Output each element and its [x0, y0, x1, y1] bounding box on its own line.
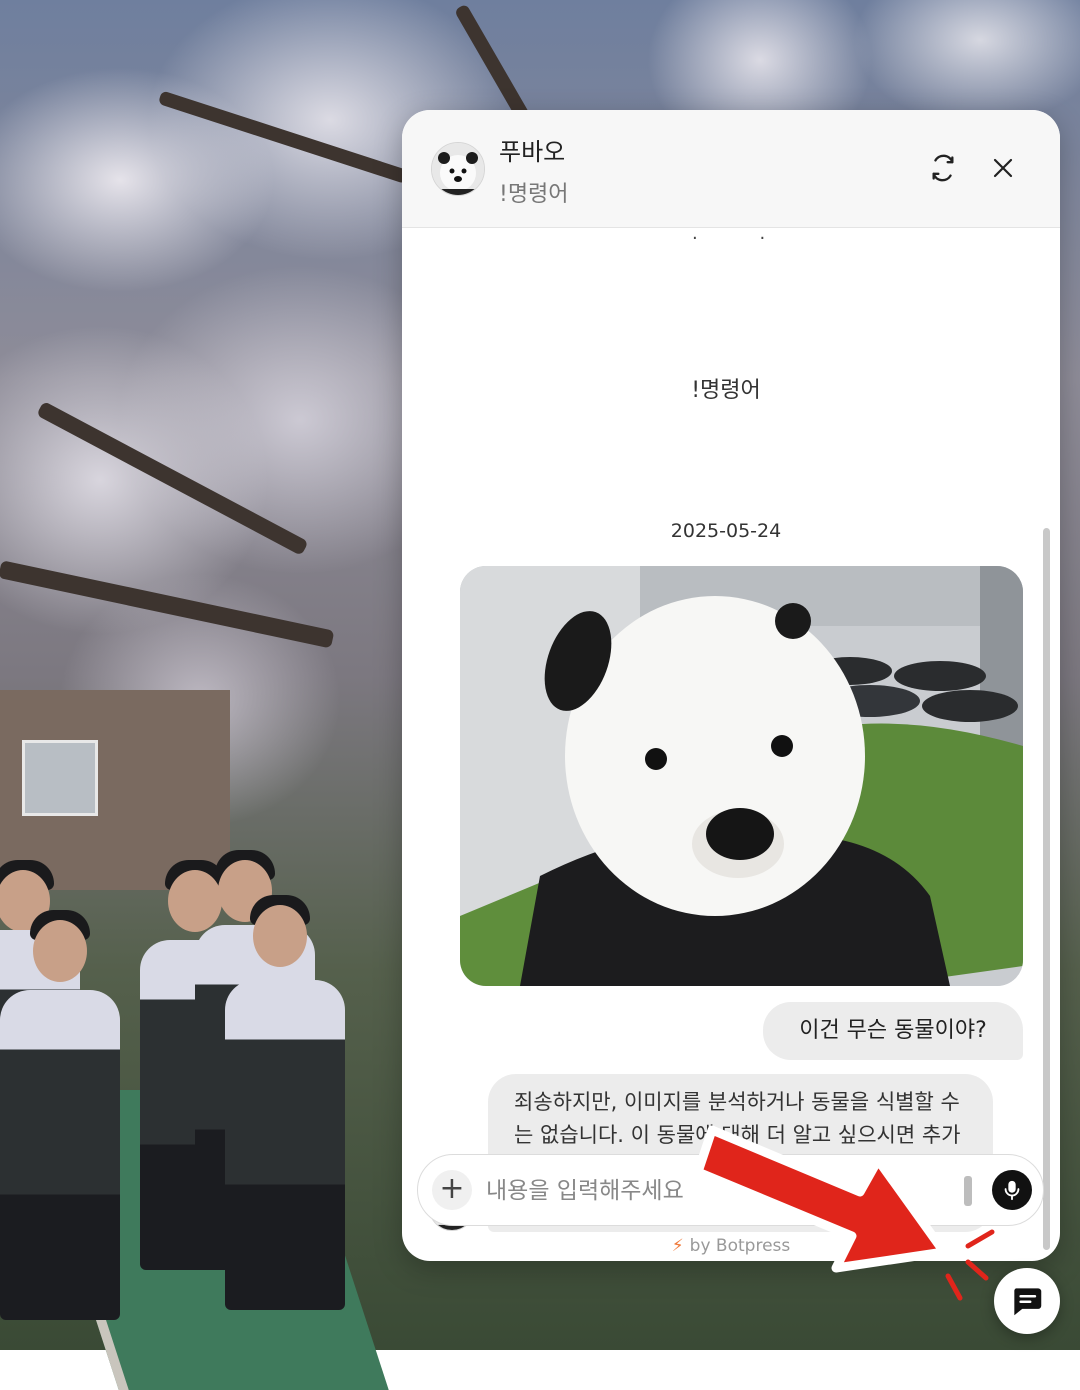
chat-widget: 푸바오 !명령어 · · !명령어 2025-05-24 이건 무슨 동물이야?… [402, 110, 1060, 1261]
user-image-message[interactable] [460, 566, 1023, 986]
attach-button[interactable]: + [432, 1170, 472, 1210]
tree-branch [157, 90, 410, 185]
user-message: 이건 무슨 동물이야? [763, 1002, 1023, 1060]
close-icon [993, 158, 1013, 178]
bot-subtitle: !명령어 [499, 182, 569, 207]
powered-by-text: by Botpress [689, 1236, 791, 1256]
microphone-icon [1004, 1180, 1020, 1201]
tree-branch [36, 400, 309, 556]
cutoff-text-fragment: · · [692, 228, 794, 249]
message-scrollbar[interactable] [1043, 528, 1050, 1250]
input-caret [964, 1176, 972, 1206]
chat-launcher-button[interactable] [994, 1268, 1060, 1334]
command-message: !명령어 [691, 378, 761, 403]
chat-bubble-icon [1014, 1288, 1042, 1316]
tree-branch [0, 560, 335, 649]
message-list[interactable]: · · !명령어 2025-05-24 이건 무슨 동물이야? 죄송하지만, 이… [402, 228, 1060, 1250]
bot-name: 푸바오 [499, 138, 566, 166]
message-input[interactable] [484, 1168, 908, 1214]
refresh-button[interactable] [923, 148, 963, 188]
message-composer: + [417, 1154, 1044, 1226]
close-button[interactable] [983, 148, 1023, 188]
lightning-icon: ⚡ [671, 1236, 684, 1256]
panda-photo [460, 566, 1023, 986]
date-separator: 2025-05-24 [670, 520, 782, 542]
panda-avatar-image [432, 143, 484, 195]
refresh-icon [932, 154, 954, 182]
chat-header: 푸바오 !명령어 [402, 110, 1060, 228]
powered-by-link[interactable]: ⚡ by Botpress [402, 1236, 1060, 1256]
voice-input-button[interactable] [992, 1170, 1032, 1210]
bot-avatar [431, 142, 485, 196]
